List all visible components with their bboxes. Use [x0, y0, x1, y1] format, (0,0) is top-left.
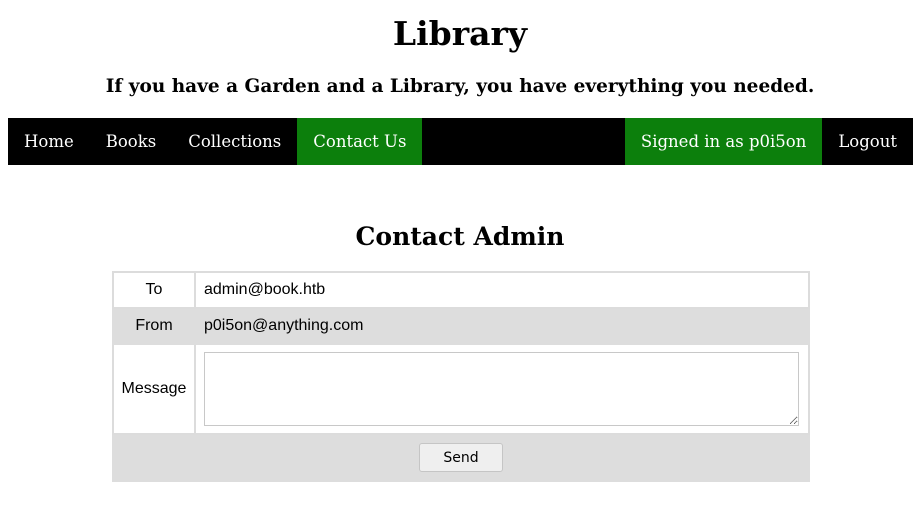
to-row: To	[112, 271, 810, 309]
nav-item-collections[interactable]: Collections	[172, 118, 297, 165]
from-value: p0i5on@anything.com	[194, 307, 810, 345]
send-button[interactable]: Send	[419, 443, 503, 472]
to-cell	[194, 271, 810, 309]
nav-item-books[interactable]: Books	[90, 118, 172, 165]
nav-item-logout[interactable]: Logout	[822, 118, 913, 165]
to-email-field[interactable]	[204, 281, 794, 299]
message-textarea[interactable]	[204, 352, 799, 426]
nav-item-contact-us[interactable]: Contact Us	[297, 118, 423, 165]
main-navbar: Home Books Collections Contact Us Signed…	[8, 118, 913, 165]
site-title: Library	[392, 14, 528, 53]
send-row: Send	[112, 433, 810, 482]
message-row: Message	[112, 343, 810, 435]
nav-signed-in-user[interactable]: Signed in as p0i5on	[624, 118, 823, 165]
send-cell: Send	[112, 433, 810, 482]
site-tagline: If you have a Garden and a Library, you …	[105, 76, 815, 97]
from-label: From	[112, 307, 196, 345]
message-label: Message	[112, 343, 196, 435]
contact-admin-title: Contact Admin	[355, 222, 565, 251]
contact-form-table: To From p0i5on@anything.com Message Send	[112, 271, 810, 482]
message-cell	[194, 343, 810, 435]
from-row: From p0i5on@anything.com	[112, 307, 810, 345]
to-label: To	[112, 271, 196, 309]
nav-item-home[interactable]: Home	[8, 118, 90, 165]
